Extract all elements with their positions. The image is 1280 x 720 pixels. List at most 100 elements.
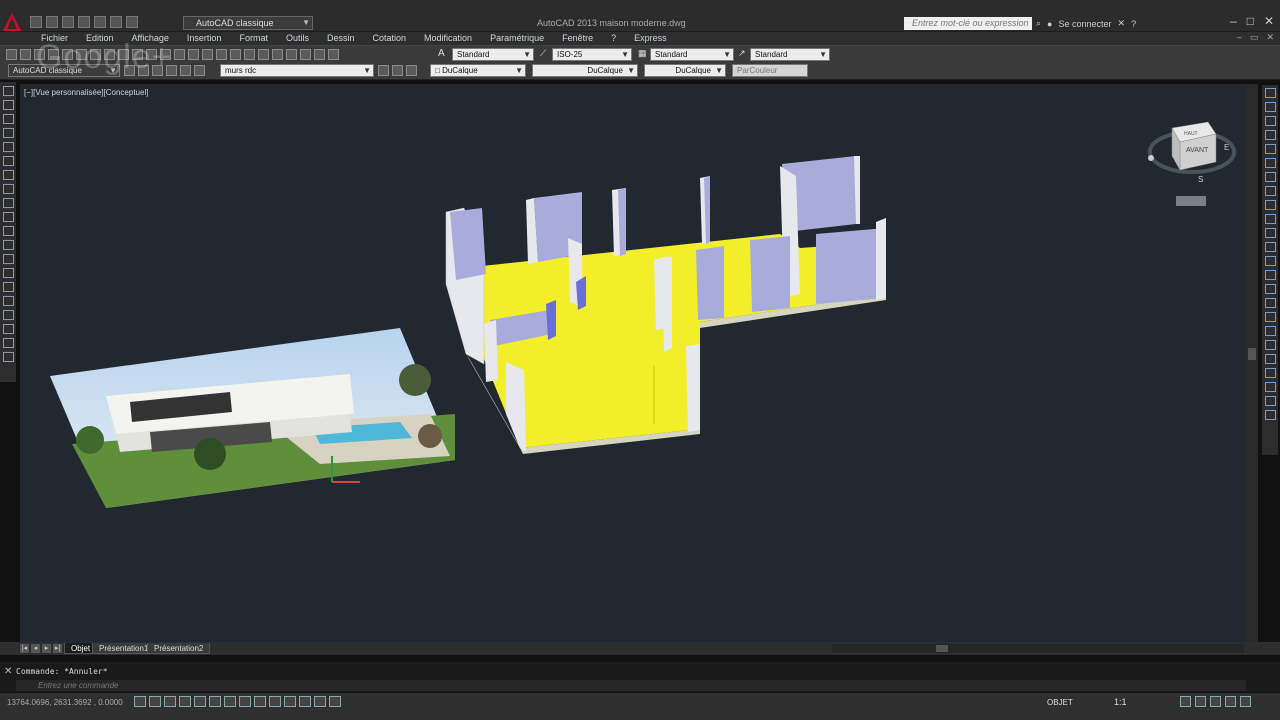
design-center-icon[interactable] [258,49,269,60]
array-icon[interactable] [1264,144,1276,154]
open-icon[interactable] [46,16,58,28]
house-3d-model[interactable] [445,156,886,454]
menu-affichage[interactable]: Affichage [127,32,182,45]
draw-order-icon[interactable] [1264,340,1276,350]
layer-states-icon[interactable] [406,65,417,76]
polygon-icon[interactable] [2,128,14,138]
region-icon[interactable] [2,310,14,320]
preview-icon[interactable] [62,49,73,60]
menu-outils[interactable]: Outils [281,32,322,45]
chamfer-icon[interactable] [1264,284,1276,294]
menu-fichier[interactable]: Fichier [36,32,81,45]
zoom-realtime-icon[interactable] [202,49,213,60]
polyline-icon[interactable] [2,114,14,124]
spline-icon[interactable] [2,198,14,208]
bring-above-icon[interactable] [1264,382,1276,392]
quickcalc-icon[interactable] [314,49,325,60]
command-input[interactable]: Entrez une commande [16,680,1246,691]
new-drawing-icon[interactable] [6,49,17,60]
selection-cycling-icon[interactable] [329,696,341,707]
menu-cotation[interactable]: Cotation [368,32,420,45]
insert-block-icon[interactable] [2,240,14,250]
point-icon[interactable] [2,268,14,278]
workspace-toolbar-select[interactable]: AutoCAD classique ▼ [8,64,120,77]
binoculars-icon[interactable]: ⌕ [1036,18,1041,29]
open-drawing-icon[interactable] [20,49,31,60]
lineweight-select[interactable]: DuCalque ▼ [644,64,726,77]
layer-freeze-icon[interactable] [180,65,191,76]
gradient-icon[interactable] [2,296,14,306]
doc-restore-icon[interactable]: ▭ [1250,32,1259,43]
menu-modification[interactable]: Modification [419,32,485,45]
plot-style-select[interactable]: ParCouleur [732,64,808,77]
hardware-acceleration-icon[interactable] [1210,696,1221,707]
tool-palettes-icon[interactable] [272,49,283,60]
send-back-icon[interactable] [1264,368,1276,378]
hscroll-thumb[interactable] [936,645,948,652]
layer-select[interactable]: murs rdc ▼ [220,64,374,77]
add-selected-icon[interactable] [2,352,14,362]
workspace-select[interactable]: AutoCAD classique ▼ [183,16,313,30]
rotate-icon[interactable] [1264,172,1276,182]
ellipse-icon[interactable] [2,212,14,222]
tab-presentation2[interactable]: Présentation2 [147,643,211,654]
polar-icon[interactable] [194,696,206,707]
menu-edition[interactable]: Edition [81,32,127,45]
mirror-icon[interactable] [1264,116,1276,126]
menu-fenetre[interactable]: Fenêtre [557,32,606,45]
isolate-objects-icon[interactable] [1225,696,1236,707]
close-icon[interactable]: ✕ [1264,14,1274,28]
doc-minimize-icon[interactable]: – [1237,32,1242,43]
workspace-switch-icon[interactable] [1180,696,1191,707]
ducs-icon[interactable] [254,696,266,707]
break-icon[interactable] [1264,256,1276,266]
wcs-menu-icon[interactable] [1176,196,1206,206]
extend-icon[interactable] [1264,228,1276,238]
tab-presentation1[interactable]: Présentation1 [92,643,156,654]
redo-icon[interactable] [126,16,138,28]
join-icon[interactable] [1264,270,1276,280]
transparency-icon[interactable] [299,696,311,707]
snap-icon[interactable] [149,696,161,707]
menu-aide[interactable]: ? [606,32,629,45]
zoom-window-icon[interactable] [216,49,227,60]
doc-close-icon[interactable]: ✕ [1266,32,1274,43]
menu-parametrique[interactable]: Paramétrique [485,32,557,45]
paste-icon[interactable] [118,49,129,60]
otrack-icon[interactable] [239,696,251,707]
viewcube[interactable]: HAUT AVANT E S [1148,121,1236,206]
lineweight-icon[interactable] [284,696,296,707]
infer-constraints-icon[interactable] [134,696,146,707]
osnap-icon[interactable] [209,696,221,707]
bring-front-icon[interactable] [1264,354,1276,364]
hatch-icon[interactable] [2,282,14,292]
undo-icon[interactable] [110,16,122,28]
3d-osnap-icon[interactable] [224,696,236,707]
grid-icon[interactable] [164,696,176,707]
undo-tool-icon[interactable] [160,49,171,60]
make-block-icon[interactable] [2,254,14,264]
text-front-icon[interactable] [1264,410,1276,420]
print-icon[interactable] [48,49,59,60]
move-icon[interactable] [1264,158,1276,168]
linetype-select[interactable]: DuCalque ▼ [532,64,638,77]
redo-tool-icon[interactable] [174,49,185,60]
publish-icon[interactable] [76,49,87,60]
arc-icon[interactable] [2,156,14,166]
revision-cloud-icon[interactable] [2,184,14,194]
break-at-point-icon[interactable] [1264,242,1276,252]
blend-curves-icon[interactable] [1264,312,1276,322]
annotation-scale[interactable]: 1:1 [1114,697,1127,707]
quick-properties-icon[interactable] [314,696,326,707]
help-icon[interactable]: ? [1131,19,1136,29]
close-command-line-icon[interactable]: ✕ [4,666,12,677]
save-icon[interactable] [62,16,74,28]
autocad-logo-icon[interactable] [2,12,22,32]
layer-properties-icon[interactable] [152,65,163,76]
layer-lock-icon[interactable] [194,65,205,76]
properties-icon[interactable] [244,49,255,60]
copy-icon[interactable] [104,49,115,60]
ortho-icon[interactable] [179,696,191,707]
color-select[interactable]: □ DuCalque ▼ [430,64,526,77]
clean-screen-icon[interactable] [1240,696,1251,707]
